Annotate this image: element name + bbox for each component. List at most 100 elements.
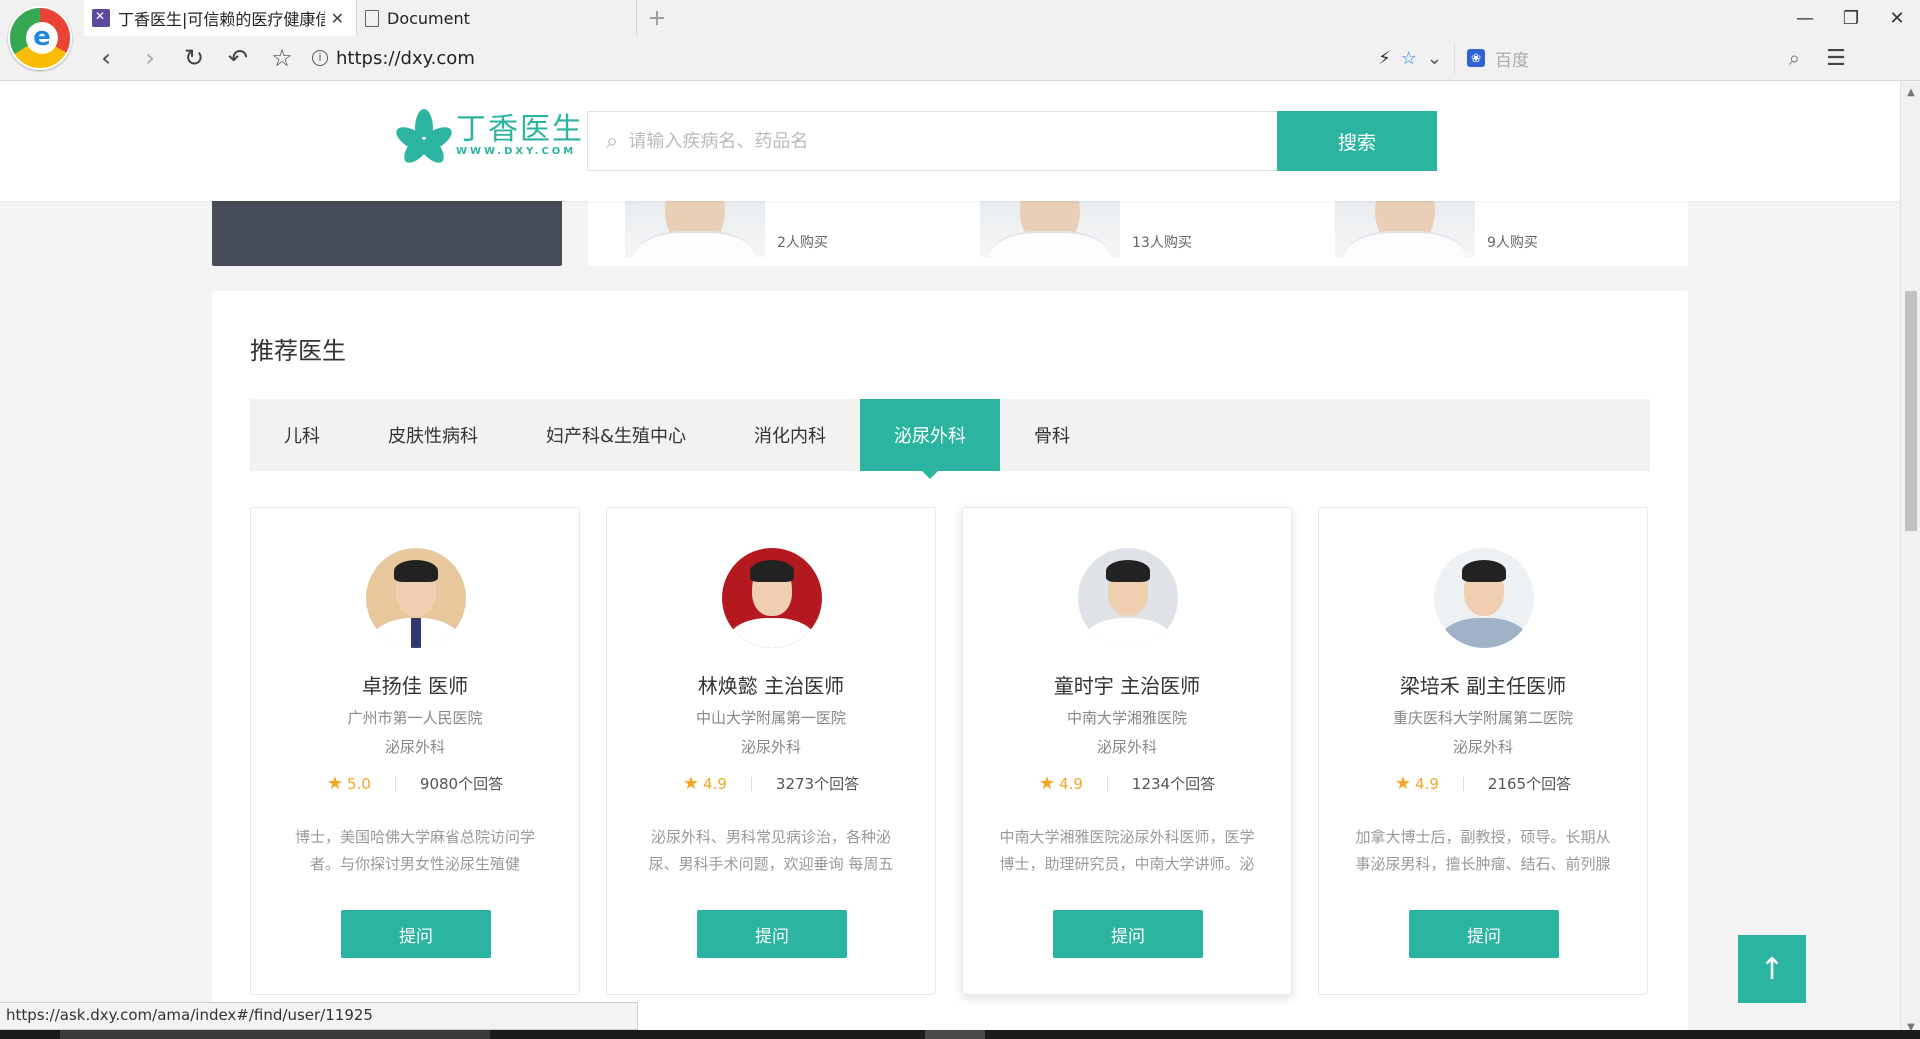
doctor-card[interactable]: 童时宇 主治医师 中南大学湘雅医院 泌尿外科 ★ 4.9 1234个回答 中南大… [962,507,1292,995]
back-to-top-button[interactable]: ↑ [1738,935,1806,1003]
ask-button[interactable]: 提问 [341,910,491,958]
doctor-name[interactable]: 梁培禾 副主任医师 [1319,670,1647,699]
address-bar[interactable]: i https://dxy.com ⚡ ☆ ⌄ [312,42,1442,74]
buyer-count: 2人购买 [777,235,828,251]
tab-title: 丁香医生|可信赖的医疗健康信 [118,10,325,29]
baidu-icon: ❀ [1467,49,1485,67]
tab-gastroenterology[interactable]: 消化内科 [720,399,860,471]
info-icon[interactable]: i [312,50,328,66]
answer-count: 3273个回答 [775,775,860,793]
tab-close-icon[interactable]: ✕ [331,9,344,28]
star-icon: ★ [1394,773,1412,794]
doctor-name[interactable]: 卓扬佳 医师 [251,670,579,699]
avatar[interactable] [1434,548,1534,648]
status-bar-url: https://ask.dxy.com/ama/index#/find/user… [0,1002,638,1030]
search-field[interactable]: ⌕ [587,111,1277,171]
doctor-cards: 卓扬佳 医师 广州市第一人民医院 泌尿外科 ★ 5.0 9080个回答 博士，美… [250,507,1648,995]
doctor-hospital: 中南大学湘雅医院 [1066,709,1187,727]
engine-search-box[interactable]: ❀ 百度 ⌕ [1454,42,1814,74]
ask-button[interactable]: 提问 [697,910,847,958]
answer-count: 9080个回答 [419,775,504,793]
site-logo[interactable]: 丁香医生 WWW.DXY.COM [392,109,584,168]
doctor-department: 泌尿外科 [1452,738,1513,756]
tab-dxy[interactable]: 丁香医生|可信赖的医疗健康信 ✕ [84,0,357,36]
new-tab-button[interactable]: + [637,0,677,36]
doctor-hospital: 重庆医科大学附属第二医院 [1392,709,1573,727]
back-button[interactable]: ‹ [84,40,128,76]
url-text[interactable]: https://dxy.com [336,48,475,69]
search-icon[interactable]: ⌕ [1789,46,1800,70]
search-input[interactable] [628,130,1109,152]
site-search: ⌕ 搜索 [587,111,1437,171]
bookmark-button[interactable]: ☆ [260,40,304,76]
avatar[interactable] [1078,548,1178,648]
doctor-stats: ★ 4.9 2165个回答 [1319,773,1647,794]
doctor-hospital: 中山大学附属第一医院 [695,709,846,727]
page-scrollbar[interactable]: ▲ ▼ [1900,81,1920,1039]
doctor-stats: ★ 4.9 1234个回答 [963,773,1291,794]
tab-orthopedics[interactable]: 骨科 [1000,399,1104,471]
browser-chrome: 丁香医生|可信赖的医疗健康信 ✕ Document + — ❐ ✕ ‹ › ↻ … [0,0,1920,81]
dxy-favicon-icon [92,9,110,27]
product-image [1335,201,1475,257]
page-viewport: 丁香医生 WWW.DXY.COM ⌕ 搜索 2人购买 13人购买 9人购买 推荐… [0,81,1900,1039]
doctor-score: 4.9 [1415,774,1439,793]
close-window-button[interactable]: ✕ [1874,0,1920,36]
navigation-bar: ‹ › ↻ ↶ ☆ i https://dxy.com ⚡ ☆ ⌄ ❀ 百度 ⌕… [84,40,1920,76]
doctor-bio: 加拿大博士后，副教授，硕导。长期从事泌尿男科，擅长肿瘤、结石、前列腺 [1355,828,1611,873]
section-title: 推荐医生 [250,337,346,365]
ask-button[interactable]: 提问 [1053,910,1203,958]
forward-button[interactable]: › [128,40,172,76]
restore-button[interactable]: ❐ [1828,0,1874,36]
minimize-button[interactable]: — [1782,0,1828,36]
search-button[interactable]: 搜索 [1277,111,1437,171]
doctor-card[interactable]: 卓扬佳 医师 广州市第一人民医院 泌尿外科 ★ 5.0 9080个回答 博士，美… [250,507,580,995]
tab-document[interactable]: Document [357,0,637,36]
answer-count: 1234个回答 [1131,775,1216,793]
tab-title: Document [387,8,470,28]
doctor-hospital: 广州市第一人民医院 [347,709,483,727]
menu-icon[interactable]: ☰ [1814,46,1858,71]
favorite-star-icon[interactable]: ☆ [1401,48,1417,69]
star-icon: ★ [326,773,344,794]
tab-pediatrics[interactable]: 儿科 [250,399,354,471]
chevron-down-icon[interactable]: ⌄ [1427,48,1442,69]
doctor-bio: 博士，美国哈佛大学麻省总院访问学者。与你探讨男女性泌尿生殖健 [294,828,535,873]
star-icon: ★ [682,773,700,794]
doctor-department: 泌尿外科 [1096,738,1157,756]
site-header: 丁香医生 WWW.DXY.COM ⌕ 搜索 [0,81,1900,201]
star-icon: ★ [1038,773,1056,794]
doctor-card[interactable]: 林焕懿 主治医师 中山大学附属第一医院 泌尿外科 ★ 4.9 3273个回答 泌… [606,507,936,995]
doctor-department: 泌尿外科 [384,738,445,756]
doctor-score: 5.0 [347,774,371,793]
avatar[interactable] [366,548,466,648]
logo-text-cn: 丁香医生 [456,111,584,147]
product-image [625,201,765,257]
tab-dermatology[interactable]: 皮肤性病科 [354,399,512,471]
doctor-department: 泌尿外科 [740,738,801,756]
avatar[interactable] [722,548,822,648]
doctor-bio: 泌尿外科、男科常见病诊治，各种泌尿、男科手术问题，欢迎垂询 每周五 [648,828,894,873]
lightning-icon[interactable]: ⚡ [1378,48,1391,69]
reload-button[interactable]: ↻ [172,40,216,76]
document-icon [365,9,379,27]
answer-count: 2165个回答 [1487,775,1572,793]
tab-obstetrics[interactable]: 妇产科&生殖中心 [512,399,720,471]
doctor-score: 4.9 [703,774,727,793]
tab-urology[interactable]: 泌尿外科 [860,399,1001,479]
browser-logo-icon[interactable] [8,6,72,70]
clove-logo-icon [392,109,456,168]
scroll-up-icon[interactable]: ▲ [1901,87,1920,98]
doctor-card[interactable]: 梁培禾 副主任医师 重庆医科大学附属第二医院 泌尿外科 ★ 4.9 2165个回… [1318,507,1648,995]
window-controls: — ❐ ✕ [1782,0,1920,36]
search-icon: ⌕ [606,128,619,154]
ask-button[interactable]: 提问 [1409,910,1559,958]
doctor-name[interactable]: 林焕懿 主治医师 [607,670,935,699]
scrollbar-thumb[interactable] [1905,291,1917,531]
engine-search-placeholder[interactable]: 百度 [1495,46,1789,71]
buyer-count: 13人购买 [1132,235,1192,251]
department-tabs: 儿科 皮肤性病科 妇产科&生殖中心 消化内科 泌尿外科 骨科 [250,399,1650,479]
doctor-name[interactable]: 童时宇 主治医师 [963,670,1291,699]
doctor-score: 4.9 [1059,774,1083,793]
undo-close-button[interactable]: ↶ [216,40,260,76]
